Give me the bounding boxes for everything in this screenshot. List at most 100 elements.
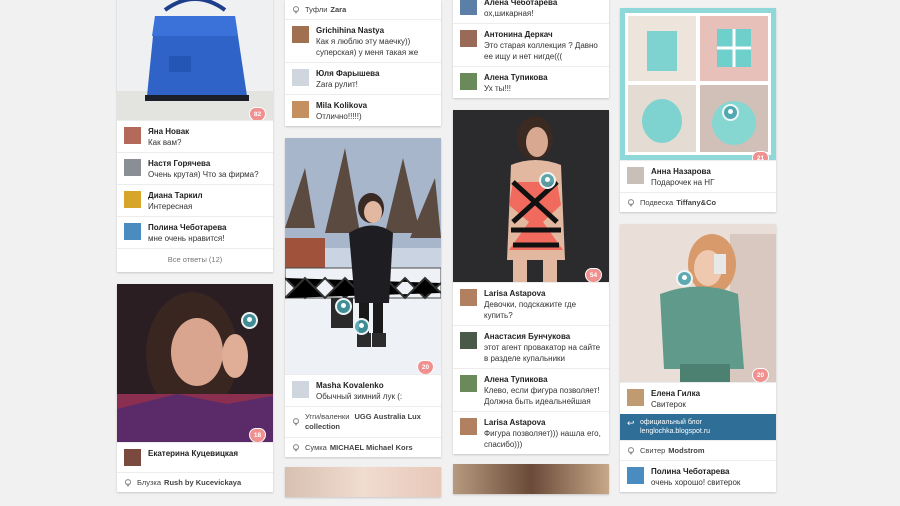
post-photo[interactable]: 18 xyxy=(117,284,273,442)
comment-text: Как я люблю эту маечку)) суперская) у ме… xyxy=(316,37,419,57)
post-card-tiffany[interactable]: 21 Анна Назарова Подарочек на НГ Подвеска… xyxy=(620,8,776,212)
item-tag[interactable]: Туфли Zara xyxy=(285,0,441,19)
all-replies-link[interactable]: Все ответы (12) xyxy=(117,248,273,272)
comment-author[interactable]: Алена Тупикова xyxy=(484,72,548,83)
avatar[interactable] xyxy=(460,0,477,15)
post-photo[interactable] xyxy=(285,467,441,497)
avatar[interactable] xyxy=(292,26,309,43)
comment-text: Zara рулит! xyxy=(316,80,358,89)
comment-text: Интересная xyxy=(148,202,193,211)
avatar[interactable] xyxy=(124,191,141,208)
comment-author[interactable]: Настя Горячева xyxy=(148,158,259,169)
post-card-bag[interactable]: 82 Яна Новак Как вам? Настя Горячева Очень… xyxy=(117,0,273,272)
post-card-sweater[interactable]: 20 Елена Гилка Свитерок ↩ официальный бло… xyxy=(620,224,776,492)
comment-author[interactable]: Larisa Astapova xyxy=(484,288,602,299)
avatar[interactable] xyxy=(627,389,644,406)
avatar[interactable] xyxy=(460,73,477,90)
avatar[interactable] xyxy=(124,449,141,466)
winter-photo-illustration xyxy=(285,138,441,374)
likes-count: 20 xyxy=(756,372,765,379)
avatar[interactable] xyxy=(124,159,141,176)
product-pin[interactable] xyxy=(722,104,739,121)
post-card-swimsuit[interactable]: 54 Larisa Astapova Девочки, подскажите гд… xyxy=(453,110,609,454)
post-card-winter[interactable]: 20 Masha Kovalenko Обычный зимний лук (: … xyxy=(285,138,441,457)
comment-author[interactable]: Алена Тупикова xyxy=(484,374,602,385)
post-card-partial[interactable] xyxy=(453,464,609,494)
comment-author[interactable]: Mila Kolikova xyxy=(316,100,367,111)
avatar[interactable] xyxy=(460,375,477,392)
item-tag[interactable]: Свитер Modstrom xyxy=(620,440,776,460)
avatar[interactable] xyxy=(292,101,309,118)
comment-author[interactable]: Антонина Деркач xyxy=(484,29,602,40)
item-tag[interactable]: Блузка Rush by Kucevickaya xyxy=(117,472,273,492)
post-photo[interactable]: 54 xyxy=(453,110,609,282)
avatar[interactable] xyxy=(627,467,644,484)
blog-url[interactable]: lenglochka.blogspot.ru xyxy=(640,427,768,436)
avatar[interactable] xyxy=(460,418,477,435)
comment-author[interactable]: Елена Гилка xyxy=(651,388,700,399)
blog-label: официальный блог xyxy=(640,419,703,426)
comment-author[interactable]: Анна Назарова xyxy=(651,166,714,177)
tag-brand[interactable]: Rush by Kucevickaya xyxy=(164,478,241,487)
likes-heart[interactable]: 20 xyxy=(417,360,434,374)
avatar[interactable] xyxy=(292,381,309,398)
location-pin-icon xyxy=(627,446,635,455)
likes-heart[interactable]: 18 xyxy=(249,428,266,442)
product-pin[interactable] xyxy=(676,270,693,287)
item-tag[interactable]: Сумка MICHAEL Michael Kors xyxy=(285,437,441,457)
likes-heart[interactable]: 82 xyxy=(249,107,266,120)
comment-author[interactable]: Полина Чеботарева xyxy=(651,466,740,477)
avatar[interactable] xyxy=(627,167,644,184)
avatar[interactable] xyxy=(292,69,309,86)
comment-author[interactable]: Диана Таркил xyxy=(148,190,203,201)
product-pin[interactable] xyxy=(335,298,352,315)
sweater-photo-illustration xyxy=(620,224,776,382)
comment-author[interactable]: Екатерина Куцевицкая xyxy=(148,448,238,459)
avatar[interactable] xyxy=(124,127,141,144)
comment: Mila Kolikova Отлично!!!!!) xyxy=(285,94,441,126)
avatar[interactable] xyxy=(460,289,477,306)
feed: 82 Яна Новак Как вам? Настя Горячева Очень… xyxy=(0,0,900,506)
post-card-partial[interactable] xyxy=(285,467,441,497)
comment-author[interactable]: Larisa Astapova xyxy=(484,417,602,428)
avatar[interactable] xyxy=(460,30,477,47)
post-photo[interactable] xyxy=(453,464,609,494)
post-photo[interactable]: 21 xyxy=(620,8,776,160)
comment-author[interactable]: Юля Фарышева xyxy=(316,68,379,79)
product-pin[interactable] xyxy=(539,172,556,189)
tag-prefix: Туфли xyxy=(305,5,328,14)
comment-author[interactable]: Алена Чеботарева xyxy=(484,0,557,8)
tag-brand[interactable]: MICHAEL Michael Kors xyxy=(330,443,413,452)
tag-brand[interactable]: Tiffany&Co xyxy=(676,198,716,207)
comment-author[interactable]: Grichihina Nastya xyxy=(316,25,434,36)
likes-heart[interactable]: 21 xyxy=(752,151,769,160)
comment-author[interactable]: Анастасия Бунчукова xyxy=(484,331,602,342)
comment-text: ох,шикарная! xyxy=(484,9,534,18)
comment-author[interactable]: Masha Kovalenko xyxy=(316,380,402,391)
official-blog-link[interactable]: ↩ официальный блог lenglochka.blogspot.r… xyxy=(620,414,776,440)
post-card-zara[interactable]: Туфли Zara Grichihina Nastya Как я люблю э… xyxy=(285,0,441,126)
post-photo[interactable]: 82 xyxy=(117,0,273,120)
item-tag[interactable]: Подвеска Tiffany&Co xyxy=(620,192,776,212)
comment: Елена Гилка Свитерок xyxy=(620,382,776,414)
product-pin[interactable] xyxy=(353,318,370,335)
column-2: Туфли Zara Grichihina Nastya Как я люблю э… xyxy=(285,0,441,506)
comment: Анастасия Бунчукова этот агент провакатор… xyxy=(453,325,609,368)
product-pin[interactable] xyxy=(241,312,258,329)
post-photo[interactable]: 20 xyxy=(620,224,776,382)
avatar[interactable] xyxy=(124,223,141,240)
comment-text: Это старая коллекция ? Давно ее ищу и не… xyxy=(484,41,598,61)
comment-text: Отлично!!!!!) xyxy=(316,112,362,121)
comment: Larisa Astapova Девочки, подскажите где к… xyxy=(453,282,609,325)
tag-brand[interactable]: Zara xyxy=(330,5,346,14)
avatar[interactable] xyxy=(460,332,477,349)
comment-author[interactable]: Яна Новак xyxy=(148,126,189,137)
post-card-collection[interactable]: Алена Чеботарева ох,шикарная! Антонина Де… xyxy=(453,0,609,98)
likes-heart[interactable]: 54 xyxy=(585,268,602,282)
post-card-portrait[interactable]: 18 Екатерина Куцевицкая Блузка Rush by Ku… xyxy=(117,284,273,492)
comment-author[interactable]: Полина Чеботарева xyxy=(148,222,227,233)
post-photo[interactable]: 20 xyxy=(285,138,441,374)
tag-brand[interactable]: Modstrom xyxy=(668,446,704,455)
item-tag[interactable]: Угги/валенки UGG Australia Lux collectio… xyxy=(285,406,441,437)
likes-heart[interactable]: 20 xyxy=(752,368,769,382)
